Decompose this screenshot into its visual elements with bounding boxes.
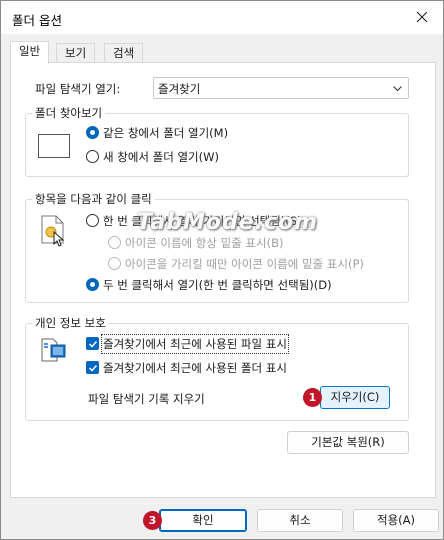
tab-strip: 일반 보기 검색 <box>10 41 436 64</box>
privacy-title: 개인 정보 보호 <box>32 315 109 331</box>
clear-history-button-label: 지우기(C) <box>330 390 380 404</box>
apply-button[interactable]: 적용(A) <box>353 509 439 532</box>
browse-folders-title: 폴더 찾아보기 <box>32 105 106 121</box>
radio-double-click[interactable] <box>86 278 99 291</box>
cancel-button-label: 취소 <box>289 513 311 527</box>
step-badge-3: 3 <box>143 511 162 530</box>
watermark-text: TabMode.com <box>137 210 319 235</box>
recent-files-label: 즐겨찾기에서 최근에 사용된 파일 표시 <box>101 334 289 354</box>
window-title: 폴더 옵션 <box>12 13 62 28</box>
underline-always-label: 아이콘 이름에 항상 밑줄 표시(B) <box>125 236 284 250</box>
checkbox-recent-folders[interactable] <box>86 361 99 374</box>
tab-general[interactable]: 일반 <box>10 41 50 64</box>
folder-options-window: 폴더 옵션 일반 보기 검색 파일 탐색기 열기: 즐겨찾기 폴더 찾아보기 같… <box>0 0 444 540</box>
tab-general-label: 일반 <box>19 44 41 58</box>
same-window-label: 같은 창에서 폴더 열기(M) <box>103 126 229 140</box>
restore-defaults-button[interactable]: 기본값 복원(R) <box>287 431 409 454</box>
recent-folders-label: 즐겨찾기에서 최근에 사용된 폴더 표시 <box>103 361 287 375</box>
privacy-icon <box>41 338 66 362</box>
radio-underline-on-point[interactable] <box>108 257 121 270</box>
radio-new-window[interactable] <box>86 150 99 163</box>
document-pointer-icon <box>41 215 65 247</box>
checkmark-icon <box>88 340 98 348</box>
apply-button-label: 적용(A) <box>377 513 415 527</box>
radio-underline-always[interactable] <box>108 236 121 249</box>
close-icon <box>416 11 428 23</box>
checkmark-icon <box>88 364 98 372</box>
title-bar: 폴더 옵션 <box>1 1 443 35</box>
tab-search[interactable]: 검색 <box>104 43 144 63</box>
tab-search-label: 검색 <box>113 46 135 60</box>
chevron-down-icon <box>393 86 402 92</box>
clear-history-label: 파일 탐색기 기록 지우기 <box>88 392 205 406</box>
ok-button-label: 확인 <box>192 513 214 527</box>
tab-view[interactable]: 보기 <box>56 43 96 63</box>
step-badge-1: 1 <box>303 388 322 407</box>
cancel-button[interactable]: 취소 <box>257 509 343 532</box>
window-preview-icon <box>38 134 70 158</box>
browse-folders-group <box>25 113 409 177</box>
radio-same-window[interactable] <box>86 126 99 139</box>
explorer-open-label: 파일 탐색기 열기: <box>35 82 121 96</box>
double-click-label: 두 번 클릭해서 열기(한 번 클릭하면 선택됨)(D) <box>103 278 332 292</box>
explorer-open-value: 즐겨찾기 <box>158 82 201 96</box>
radio-single-click[interactable] <box>86 214 99 227</box>
checkbox-recent-files[interactable] <box>86 337 99 350</box>
click-items-title: 항목을 다음과 같이 클릭 <box>32 191 155 207</box>
tab-view-label: 보기 <box>65 46 87 60</box>
clear-history-button[interactable]: 지우기(C) <box>320 386 390 409</box>
ok-button[interactable]: 확인 <box>159 509 247 532</box>
explorer-open-dropdown[interactable]: 즐겨찾기 <box>153 77 409 99</box>
close-button[interactable] <box>407 4 437 30</box>
new-window-label: 새 창에서 폴더 열기(W) <box>103 150 219 164</box>
restore-defaults-label: 기본값 복원(R) <box>311 435 385 449</box>
underline-on-point-label: 아이콘을 가리킬 때만 아이콘 이름에 밑줄 표시(P) <box>125 257 364 271</box>
